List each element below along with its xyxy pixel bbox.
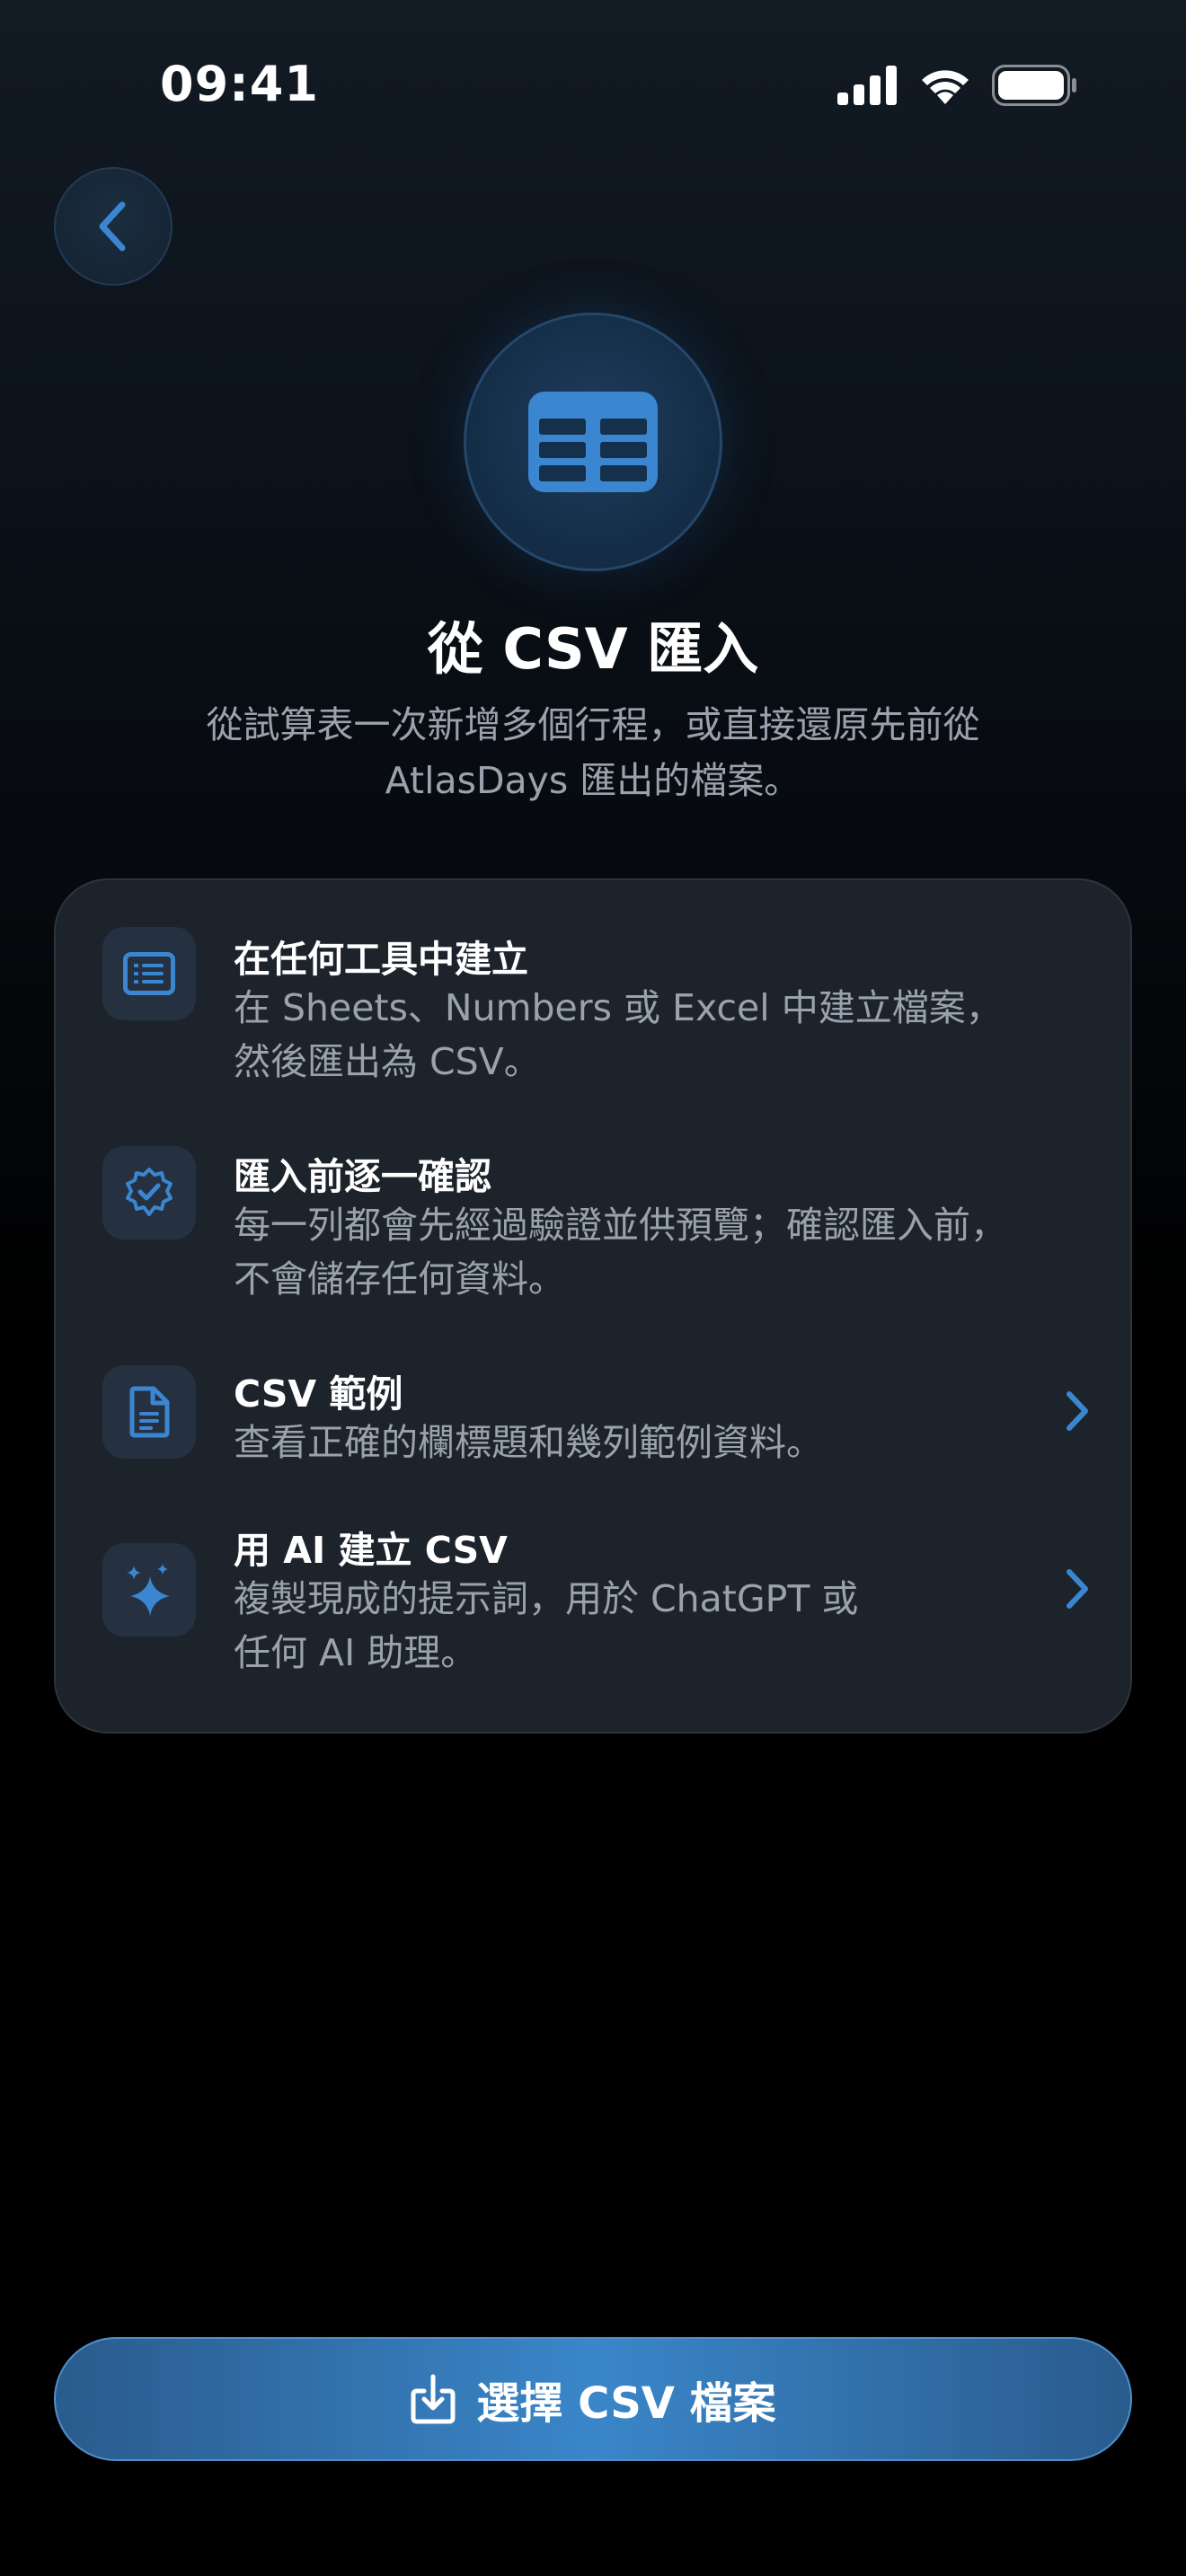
list-item-csv-example[interactable]: CSV 範例 查看正確的欄標題和幾列範例資料。 <box>56 1329 1134 1482</box>
status-icons <box>837 65 1078 106</box>
battery-icon <box>992 65 1076 106</box>
wifi-icon <box>922 70 969 104</box>
row-description-line: 每一列都會先經過驗證並供預覽；確認匯入前， <box>234 1204 1007 1247</box>
list-document-icon <box>123 952 175 995</box>
chevron-right-icon <box>1067 1391 1088 1431</box>
subtitle-line-2: AtlasDays 匯出的檔案。 <box>385 759 801 802</box>
status-time: 09:41 <box>160 56 319 112</box>
table-icon <box>528 392 658 492</box>
row-description: 在 Sheets、Numbers 或 Excel 中建立檔案， 然後匯出為 CS… <box>234 981 1096 1089</box>
row-title: 匯入前逐一確認 <box>234 1155 491 1198</box>
row-description-line: 任何 AI 助理。 <box>234 1631 478 1674</box>
row-title: 用 AI 建立 CSV <box>234 1529 508 1572</box>
info-card: 在任何工具中建立 在 Sheets、Numbers 或 Excel 中建立檔案，… <box>54 878 1132 1734</box>
row-description-line: 然後匯出為 CSV。 <box>234 1040 541 1083</box>
row-icon-container <box>102 927 196 1020</box>
choose-csv-file-label: 選擇 CSV 檔案 <box>476 2378 776 2429</box>
row-icon-container <box>102 1365 196 1459</box>
row-title: CSV 範例 <box>234 1372 403 1416</box>
cellular-signal-icon <box>837 66 897 105</box>
chevron-left-icon <box>99 201 126 251</box>
row-description-line: 查看正確的欄標題和幾列範例資料。 <box>234 1421 823 1464</box>
row-icon-container <box>102 1543 196 1636</box>
row-description-line: 在 Sheets、Numbers 或 Excel 中建立檔案， <box>234 986 1003 1029</box>
sparkles-icon <box>127 1564 170 1616</box>
import-icon <box>411 2374 456 2424</box>
row-description: 查看正確的欄標題和幾列範例資料。 <box>234 1416 1096 1469</box>
row-title: 在任何工具中建立 <box>234 938 528 981</box>
status-bar: 09:41 <box>0 0 1186 171</box>
row-description-line: 不會儲存任何資料。 <box>234 1257 565 1301</box>
list-item-ai-csv[interactable]: 用 AI 建立 CSV 複製現成的提示詞，用於 ChatGPT 或 任何 AI … <box>56 1500 1134 1716</box>
page-title: 從 CSV 匯入 <box>427 616 759 682</box>
page-subtitle: 從試算表一次新增多個行程，或直接還原先前從 AtlasDays 匯出的檔案。 <box>144 697 1042 808</box>
document-icon <box>129 1386 170 1438</box>
row-description: 每一列都會先經過驗證並供預覽；確認匯入前， 不會儲存任何資料。 <box>234 1198 1096 1306</box>
row-description: 複製現成的提示詞，用於 ChatGPT 或 任何 AI 助理。 <box>234 1572 1096 1680</box>
subtitle-line-1: 從試算表一次新增多個行程，或直接還原先前從 <box>206 703 980 746</box>
row-icon-container <box>102 1146 196 1239</box>
hero-icon-badge <box>464 313 722 571</box>
choose-csv-file-button[interactable]: 選擇 CSV 檔案 <box>54 2337 1132 2461</box>
chevron-right-icon <box>1067 1569 1088 1609</box>
back-button[interactable] <box>54 167 173 286</box>
verified-badge-icon <box>126 1168 173 1216</box>
row-description-line: 複製現成的提示詞，用於 ChatGPT 或 <box>234 1577 859 1620</box>
